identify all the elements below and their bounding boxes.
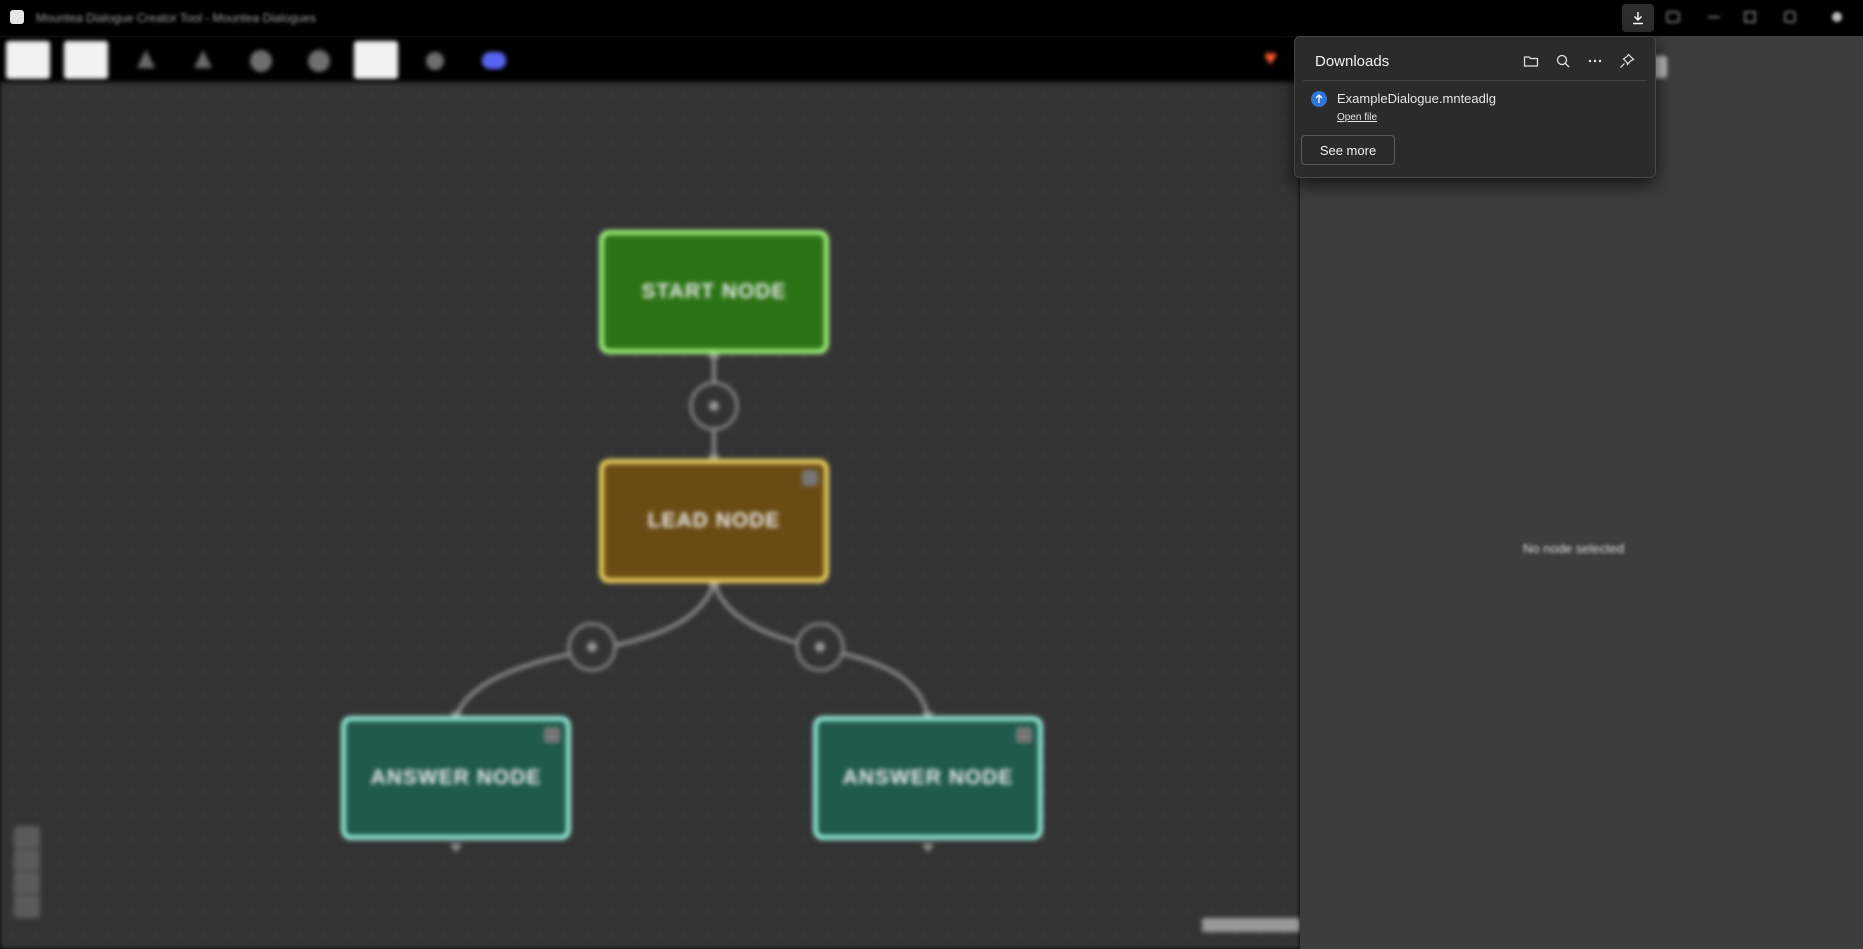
graph-node-start[interactable]: START NODE xyxy=(599,230,829,354)
node-label: LEAD NODE xyxy=(647,509,781,532)
file-type-icon xyxy=(1311,91,1327,107)
more-icon[interactable] xyxy=(1583,49,1607,73)
settings-icon[interactable] xyxy=(1781,8,1799,26)
toolbar: ♥ xyxy=(0,36,1300,82)
import-icon[interactable] xyxy=(194,50,212,68)
maximize-icon[interactable] xyxy=(1741,8,1759,26)
globe-icon[interactable] xyxy=(250,50,272,72)
downloads-title: Downloads xyxy=(1315,53,1390,70)
search-icon[interactable] xyxy=(1551,49,1575,73)
download-icon xyxy=(1633,12,1643,25)
downloads-panel: Downloads ExampleDialogue.mnteadlg Open … xyxy=(1294,36,1656,178)
attribution-link[interactable] xyxy=(1202,918,1300,932)
divider xyxy=(1303,80,1647,81)
see-more-button[interactable]: See more xyxy=(1301,135,1395,165)
lock-button[interactable] xyxy=(14,895,40,917)
heart-icon[interactable]: ♥ xyxy=(1264,47,1286,69)
graph-node-lead[interactable]: LEAD NODE xyxy=(599,459,829,583)
window-title: Mountea Dialogue Creator Tool - Mountea … xyxy=(36,11,316,25)
info-icon[interactable] xyxy=(426,52,444,70)
graph-canvas[interactable]: START NODE LEAD NODE ANSWER NODE ANSWER … xyxy=(0,82,1300,949)
pin-icon[interactable] xyxy=(1615,49,1639,73)
node-label: START NODE xyxy=(641,280,787,303)
open-file-link[interactable]: Open file xyxy=(1337,112,1377,123)
zoom-controls xyxy=(14,826,40,918)
fit-view-button[interactable] xyxy=(14,872,40,895)
zoom-in-button[interactable] xyxy=(14,826,40,849)
new-file-button[interactable] xyxy=(6,41,50,79)
node-close-icon[interactable] xyxy=(802,470,818,486)
zoom-out-button[interactable] xyxy=(14,849,40,872)
download-filename[interactable]: ExampleDialogue.mnteadlg xyxy=(1337,91,1496,106)
export-icon[interactable] xyxy=(137,50,155,68)
node-label: ANSWER NODE xyxy=(842,766,1014,789)
graph-node-answer[interactable]: ANSWER NODE xyxy=(813,716,1043,840)
settings-button[interactable] xyxy=(354,41,398,79)
empty-selection-text: No node selected xyxy=(1523,541,1625,556)
downloads-button[interactable] xyxy=(1622,4,1654,32)
graph-node-answer[interactable]: ANSWER NODE xyxy=(341,716,571,840)
node-close-icon[interactable] xyxy=(544,727,560,743)
open-file-button[interactable] xyxy=(64,41,108,79)
node-label: ANSWER NODE xyxy=(370,766,542,789)
extensions-icon[interactable] xyxy=(1664,8,1682,26)
title-bar: Mountea Dialogue Creator Tool - Mountea … xyxy=(0,0,1863,37)
close-icon[interactable] xyxy=(1828,8,1846,26)
app-icon xyxy=(10,10,24,24)
node-close-icon[interactable] xyxy=(1016,727,1032,743)
help-icon[interactable] xyxy=(308,50,330,72)
folder-icon[interactable] xyxy=(1519,49,1543,73)
minimize-icon[interactable] xyxy=(1705,8,1723,26)
discord-icon[interactable] xyxy=(482,52,506,69)
